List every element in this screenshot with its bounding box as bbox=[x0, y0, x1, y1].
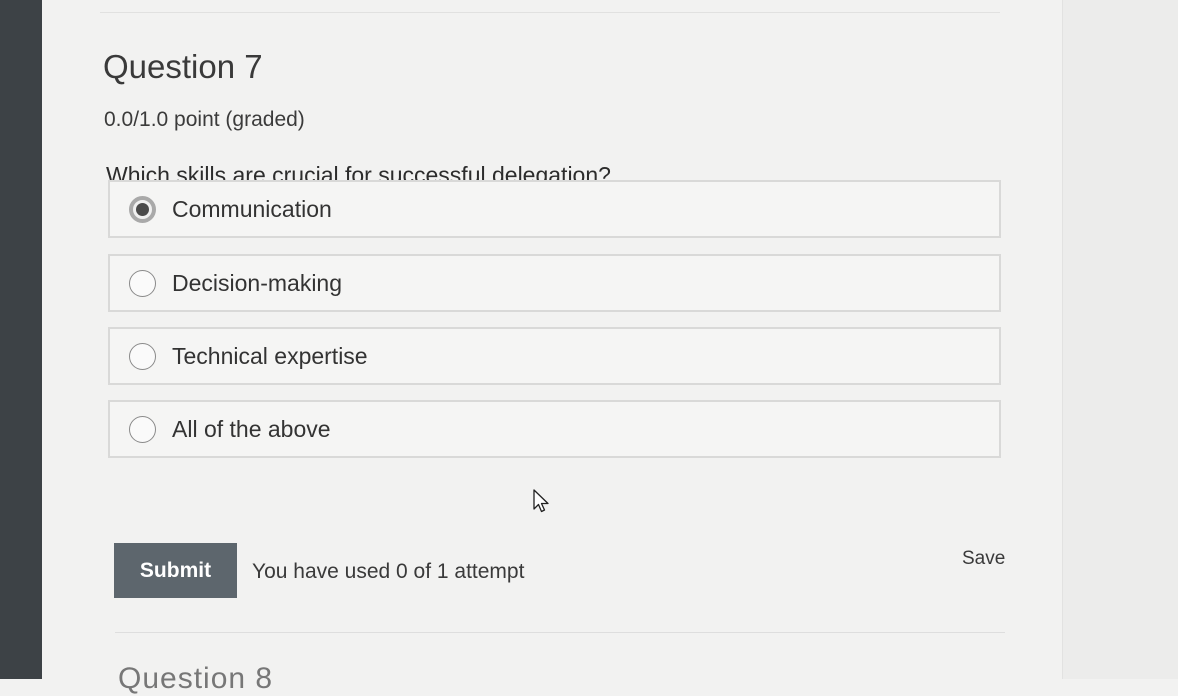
option-label: Decision-making bbox=[172, 269, 343, 296]
option-technical-expertise[interactable]: Technical expertise bbox=[108, 327, 1001, 385]
right-margin-panel bbox=[1062, 0, 1178, 679]
next-question-title: Question 8 bbox=[118, 662, 274, 695]
option-label: All of the above bbox=[172, 415, 331, 442]
option-label: Technical expertise bbox=[172, 342, 368, 369]
radio-icon[interactable] bbox=[129, 269, 156, 297]
attempts-text: You have used 0 of 1 attempt bbox=[252, 560, 525, 583]
question-points: 0.0/1.0 point (graded) bbox=[104, 108, 305, 131]
submit-button[interactable]: Submit bbox=[114, 543, 237, 598]
screen-bezel bbox=[0, 0, 42, 679]
bottom-divider bbox=[115, 632, 1005, 633]
mouse-cursor-icon bbox=[533, 489, 549, 513]
option-communication[interactable]: Communication bbox=[108, 180, 1001, 238]
radio-selected-icon[interactable] bbox=[129, 195, 156, 223]
question-title: Question 7 bbox=[103, 48, 263, 85]
top-divider bbox=[100, 12, 1000, 13]
option-all-of-the-above[interactable]: All of the above bbox=[108, 400, 1001, 458]
save-button[interactable]: Save bbox=[962, 548, 1005, 570]
option-decision-making[interactable]: Decision-making bbox=[108, 254, 1001, 312]
radio-icon[interactable] bbox=[129, 342, 156, 370]
radio-icon[interactable] bbox=[129, 415, 156, 443]
option-label: Communication bbox=[172, 195, 332, 222]
